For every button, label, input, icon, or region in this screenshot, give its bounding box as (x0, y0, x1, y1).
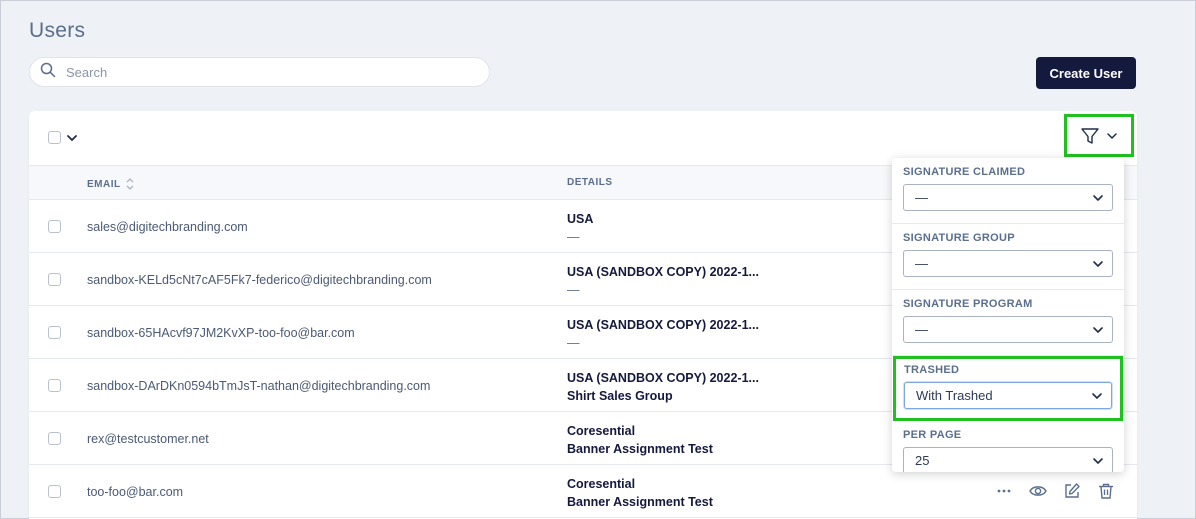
row-email: too-foo@bar.com (87, 484, 184, 499)
page-title: Users (29, 19, 86, 42)
row-detail-secondary: Banner Assignment Test (567, 495, 713, 509)
filter-icon (1081, 127, 1099, 144)
row-checkbox[interactable] (48, 326, 61, 339)
row-email: rex@testcustomer.net (87, 431, 209, 446)
row-actions (995, 482, 1115, 500)
row-checkbox[interactable] (48, 220, 61, 233)
edit-icon[interactable] (1063, 482, 1081, 500)
create-user-button[interactable]: Create User (1036, 57, 1136, 89)
signature-program-filter: SIGNATURE PROGRAM — (892, 290, 1124, 356)
row-detail-primary: USA (567, 212, 594, 226)
filter-dropdown: SIGNATURE CLAIMED — SIGNATURE GROUP — SI… (892, 158, 1124, 472)
trashed-select[interactable]: With Trashed (904, 382, 1112, 409)
table-row[interactable]: too-foo@bar.com Coresential Banner Assign… (29, 465, 1137, 518)
signature-program-select[interactable]: — (903, 316, 1113, 343)
chevron-down-icon (1093, 326, 1103, 333)
chevron-down-icon (1093, 194, 1103, 201)
sort-icon[interactable] (125, 177, 135, 191)
signature-claimed-filter: SIGNATURE CLAIMED — (892, 158, 1124, 224)
row-detail-primary: Coresential (567, 477, 636, 491)
signature-group-filter: SIGNATURE GROUP — (892, 224, 1124, 290)
signature-group-select[interactable]: — (903, 250, 1113, 277)
search-input[interactable] (66, 64, 466, 80)
search-box[interactable] (29, 57, 490, 87)
row-checkbox[interactable] (48, 485, 61, 498)
search-icon (40, 62, 56, 83)
signature-claimed-select[interactable]: — (903, 184, 1113, 211)
row-email: sales@digitechbranding.com (87, 219, 248, 234)
row-checkbox[interactable] (48, 379, 61, 392)
chevron-down-icon (1092, 392, 1102, 399)
row-detail-primary: USA (SANDBOX COPY) 2022-1... (567, 265, 759, 279)
trashed-filter: TRASHED With Trashed (893, 356, 1123, 421)
row-detail-primary: USA (SANDBOX COPY) 2022-1... (567, 371, 759, 385)
chevron-down-icon (1107, 132, 1117, 139)
per-page-label: PER PAGE (903, 429, 962, 441)
row-email: sandbox-DArDKn0594bTmJsT-nathan@digitech… (87, 378, 431, 393)
select-all-checkbox[interactable] (48, 131, 61, 144)
row-detail-secondary: — (567, 283, 580, 297)
per-page-filter: PER PAGE 25 (892, 421, 1124, 472)
trash-icon[interactable] (1097, 482, 1115, 500)
row-checkbox[interactable] (48, 273, 61, 286)
more-icon[interactable] (995, 482, 1013, 500)
details-column-header: DETAILS (567, 177, 613, 188)
bulk-select[interactable] (48, 131, 78, 144)
row-email: sandbox-65HAcvf97JM2KvXP-too-foo@bar.com (87, 325, 355, 340)
per-page-select[interactable]: 25 (903, 447, 1113, 472)
signature-program-label: SIGNATURE PROGRAM (903, 298, 1033, 310)
row-checkbox[interactable] (48, 432, 61, 445)
filter-button[interactable] (1064, 114, 1134, 157)
chevron-down-icon (1093, 260, 1103, 267)
row-detail-secondary: — (567, 230, 580, 244)
row-detail-primary: USA (SANDBOX COPY) 2022-1... (567, 318, 759, 332)
chevron-down-icon (1093, 457, 1103, 464)
trashed-label: TRASHED (904, 364, 960, 376)
email-column-header[interactable]: EMAIL (87, 177, 135, 191)
signature-claimed-label: SIGNATURE CLAIMED (903, 166, 1026, 178)
row-email: sandbox-KELd5cNt7cAF5Fk7-federico@digite… (87, 272, 432, 287)
row-detail-primary: Coresential (567, 424, 636, 438)
eye-icon[interactable] (1029, 482, 1047, 500)
row-detail-secondary: Banner Assignment Test (567, 442, 713, 456)
row-detail-secondary: — (567, 336, 580, 350)
chevron-down-icon[interactable] (66, 132, 78, 144)
signature-group-label: SIGNATURE GROUP (903, 232, 1015, 244)
row-detail-secondary: Shirt Sales Group (567, 389, 673, 403)
